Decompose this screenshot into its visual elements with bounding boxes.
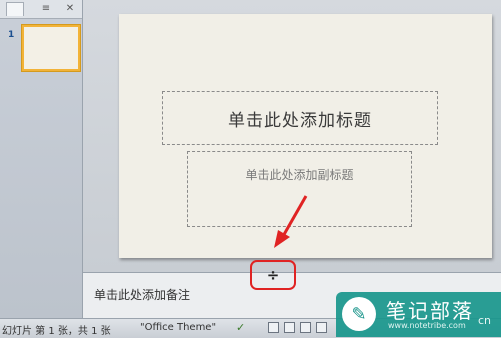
slide-thumbnail[interactable] (22, 25, 80, 71)
reading-view-icon[interactable] (300, 322, 311, 333)
pen-logo-icon: ✎ (342, 297, 376, 331)
notes-placeholder[interactable]: 单击此处添加备注 (94, 286, 190, 303)
status-slide-info: 幻灯片 第 1 张，共 1 张 (2, 326, 111, 337)
watermark-suffix: cn (478, 314, 492, 327)
normal-view-icon[interactable] (268, 322, 279, 333)
status-theme-name: "Office Theme" (140, 322, 217, 333)
pane-tabs: ≡ ✕ (0, 0, 82, 19)
tab-outline[interactable]: ≡ (38, 2, 54, 15)
tab-slides[interactable] (6, 2, 24, 16)
spellcheck-icon[interactable]: ✓ (236, 322, 247, 333)
annotation-arrow (274, 195, 308, 248)
slides-pane: ≡ ✕ 1 (0, 0, 83, 318)
splitter-icon: ÷ (266, 266, 280, 284)
watermark-name: 笔记部落 (386, 299, 474, 323)
slideshow-icon[interactable] (316, 322, 327, 333)
slide-number: 1 (8, 30, 15, 40)
title-placeholder[interactable]: 单击此处添加标题 (162, 91, 438, 145)
pane-close-icon[interactable]: ✕ (62, 2, 78, 15)
watermark-logo: ✎ 笔记部落 www.notetribe.com cn (336, 292, 501, 337)
pane-splitter-handle[interactable]: ÷ (250, 260, 296, 290)
watermark-url: www.notetribe.com (388, 321, 466, 330)
slide-sorter-icon[interactable] (284, 322, 295, 333)
powerpoint-window: ≡ ✕ 1 单击此处添加标题 单击此处添加副标题 单击此处添加备注 ÷ 幻灯片 … (0, 0, 501, 338)
